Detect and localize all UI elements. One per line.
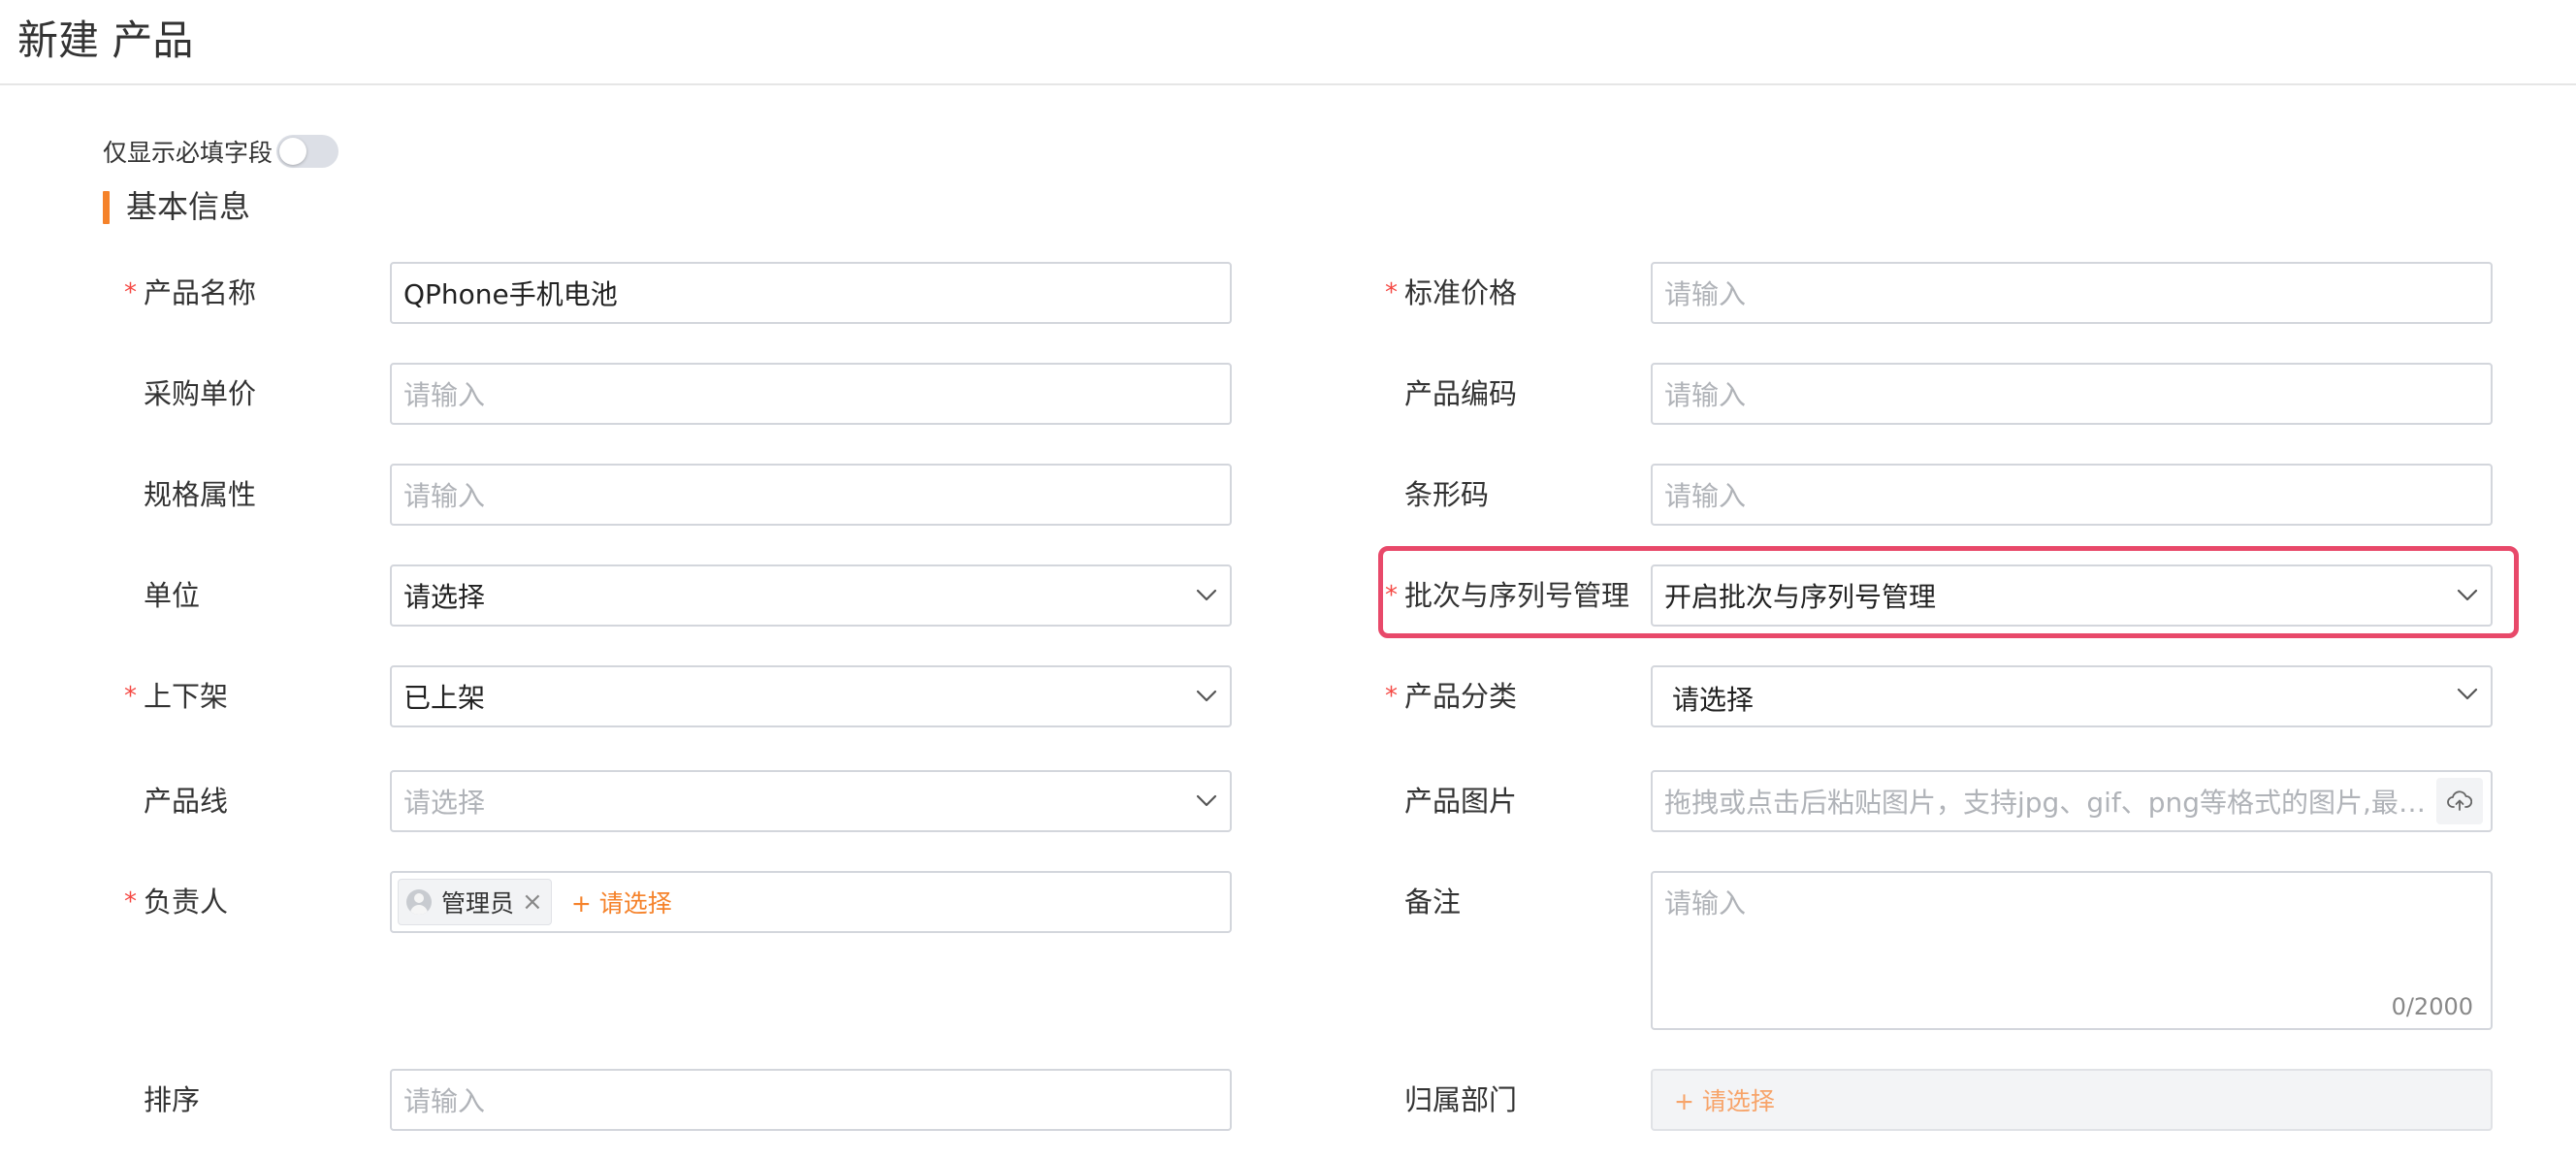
chevron-down-icon — [2456, 683, 2479, 706]
owner-label: 负责人 — [144, 886, 229, 918]
required-mark: * — [124, 682, 137, 711]
std-price-label: 标准价格 — [1404, 276, 1518, 309]
product-name-value: QPhone手机电池 — [403, 278, 618, 310]
section-accent-bar — [103, 191, 110, 224]
remark-placeholder: 请输入 — [1664, 887, 1747, 919]
purchase-price-placeholder: 请输入 — [403, 379, 486, 411]
close-icon[interactable]: × — [522, 889, 543, 915]
remark-textarea[interactable]: 请输入 0/2000 — [1651, 871, 2493, 1030]
sort-label: 排序 — [144, 1083, 201, 1116]
product-image-upload[interactable]: 拖拽或点击后粘贴图片，支持jpg、gif、png等格式的图片,最多上传9张 — [1651, 770, 2493, 832]
chevron-down-icon — [1195, 789, 1218, 813]
product-image-label: 产品图片 — [1404, 785, 1518, 818]
chevron-down-icon — [2456, 584, 2479, 607]
product-line-select[interactable]: 请选择 — [390, 770, 1232, 832]
product-code-label: 产品编码 — [1404, 377, 1518, 410]
department-label: 归属部门 — [1404, 1083, 1518, 1116]
chevron-down-icon — [1195, 584, 1218, 607]
purchase-price-label: 采购单价 — [144, 377, 257, 410]
batch-value: 开启批次与序列号管理 — [1664, 581, 1937, 613]
product-name-input[interactable]: QPhone手机电池 — [390, 262, 1232, 324]
batch-select[interactable]: 开启批次与序列号管理 — [1651, 564, 2493, 627]
required-mark: * — [1385, 278, 1398, 307]
owner-add-link[interactable]: + 请选择 — [571, 885, 672, 919]
unit-value: 请选择 — [403, 581, 486, 613]
purchase-price-input[interactable]: 请输入 — [390, 363, 1232, 425]
owner-chip-label: 管理员 — [441, 889, 515, 918]
section-title: 基本信息 — [126, 188, 251, 225]
owner-picker[interactable]: 管理员 × + 请选择 — [390, 871, 1232, 933]
required-only-toggle-row: 仅显示必填字段 — [103, 130, 339, 173]
product-image-placeholder: 拖拽或点击后粘贴图片，支持jpg、gif、png等格式的图片,最多上传9张 — [1664, 787, 2427, 819]
required-mark: * — [1385, 682, 1398, 711]
product-code-placeholder: 请输入 — [1664, 379, 1747, 411]
department-picker[interactable]: + 请选择 — [1651, 1069, 2493, 1131]
product-line-placeholder: 请选择 — [403, 787, 486, 819]
required-mark: * — [124, 278, 137, 307]
avatar — [406, 889, 432, 915]
spec-label: 规格属性 — [144, 478, 257, 511]
product-name-label: 产品名称 — [144, 276, 257, 309]
product-line-label: 产品线 — [144, 785, 229, 818]
required-only-label: 仅显示必填字段 — [103, 139, 274, 167]
chevron-down-icon — [1195, 685, 1218, 708]
std-price-input[interactable]: 请输入 — [1651, 262, 2493, 324]
unit-label: 单位 — [144, 579, 201, 612]
required-only-toggle[interactable] — [276, 135, 339, 168]
upload-cloud-icon[interactable] — [2436, 778, 2483, 824]
spec-placeholder: 请输入 — [403, 480, 486, 512]
spec-input[interactable]: 请输入 — [390, 464, 1232, 526]
remark-char-counter: 0/2000 — [2391, 993, 2473, 1020]
barcode-placeholder: 请输入 — [1664, 480, 1747, 512]
std-price-placeholder: 请输入 — [1664, 278, 1747, 310]
listing-label: 上下架 — [144, 680, 229, 713]
batch-label: 批次与序列号管理 — [1404, 579, 1630, 612]
category-value: 请选择 — [1672, 684, 1755, 716]
listing-value: 已上架 — [403, 682, 486, 714]
category-label: 产品分类 — [1404, 680, 1518, 713]
page-title: 新建 产品 — [17, 16, 194, 64]
required-mark: * — [124, 887, 137, 917]
page-header: 新建 产品 — [0, 0, 2576, 85]
department-add-link[interactable]: + 请选择 — [1674, 1082, 1775, 1117]
sort-placeholder: 请输入 — [403, 1085, 486, 1117]
required-mark: * — [1385, 581, 1398, 610]
listing-select[interactable]: 已上架 — [390, 665, 1232, 727]
unit-select[interactable]: 请选择 — [390, 564, 1232, 627]
product-code-input[interactable]: 请输入 — [1651, 363, 2493, 425]
sort-input[interactable]: 请输入 — [390, 1069, 1232, 1131]
barcode-input[interactable]: 请输入 — [1651, 464, 2493, 526]
toggle-knob — [279, 138, 307, 165]
owner-chip: 管理员 × — [398, 879, 552, 925]
remark-label: 备注 — [1404, 886, 1462, 918]
barcode-label: 条形码 — [1404, 478, 1490, 511]
category-select[interactable]: 请选择 — [1651, 665, 2493, 727]
